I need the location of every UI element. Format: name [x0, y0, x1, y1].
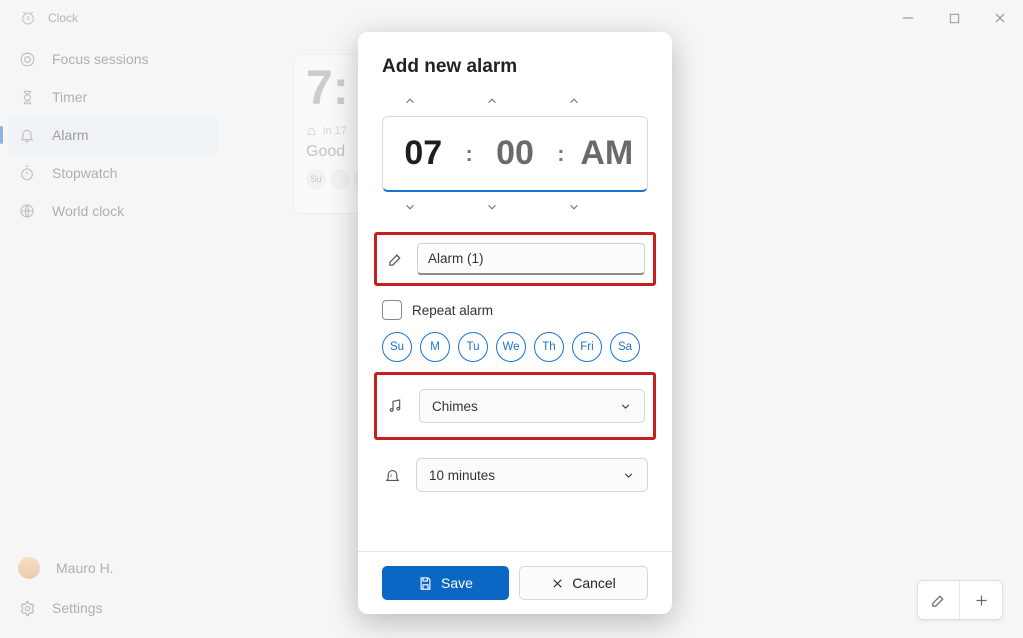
fab-bar	[917, 580, 1003, 620]
save-icon	[418, 576, 433, 591]
time-picker[interactable]: 07 : 00 : AM	[382, 116, 648, 192]
day-toggle-we[interactable]: We	[496, 332, 526, 362]
add-alarm-dialog: Add new alarm 07 : 00 : AM	[358, 32, 672, 614]
svg-text:z: z	[389, 473, 392, 478]
sound-select[interactable]: Chimes	[419, 389, 645, 423]
repeat-days: Su M Tu We Th Fri Sa	[382, 332, 648, 362]
time-hour[interactable]: 07	[383, 134, 463, 173]
cancel-button[interactable]: Cancel	[519, 566, 648, 600]
add-alarm-button[interactable]	[960, 581, 1002, 619]
time-ampm[interactable]: AM	[567, 134, 647, 173]
day-toggle-sa[interactable]: Sa	[610, 332, 640, 362]
save-button[interactable]: Save	[382, 566, 509, 600]
day-toggle-th[interactable]: Th	[534, 332, 564, 362]
day-toggle-fr[interactable]: Fri	[572, 332, 602, 362]
minute-down-button[interactable]	[485, 196, 545, 218]
edit-alarms-button[interactable]	[918, 581, 960, 619]
chevron-down-icon	[622, 469, 635, 482]
time-picker-down-row	[382, 192, 648, 222]
repeat-checkbox[interactable]	[382, 300, 402, 320]
alarm-name-value: Alarm (1)	[428, 251, 484, 266]
time-minute[interactable]: 00	[475, 134, 555, 173]
snooze-select[interactable]: 10 minutes	[416, 458, 648, 492]
chevron-down-icon	[619, 400, 632, 413]
time-sep: :	[463, 141, 474, 167]
music-note-icon	[385, 398, 405, 414]
dialog-title: Add new alarm	[382, 56, 648, 78]
ampm-up-button[interactable]	[567, 90, 627, 112]
alarm-name-input[interactable]: Alarm (1)	[417, 243, 645, 275]
edit-icon	[385, 251, 405, 268]
repeat-section: Repeat alarm Su M Tu We Th Fri Sa	[382, 300, 648, 362]
snooze-value: 10 minutes	[429, 468, 495, 483]
day-toggle-tu[interactable]: Tu	[458, 332, 488, 362]
ampm-down-button[interactable]	[567, 196, 627, 218]
annotation-highlight-name: Alarm (1)	[374, 232, 656, 286]
save-label: Save	[441, 575, 473, 591]
annotation-highlight-sound: Chimes	[374, 372, 656, 440]
repeat-label: Repeat alarm	[412, 303, 493, 318]
hour-down-button[interactable]	[403, 196, 463, 218]
day-toggle-su[interactable]: Su	[382, 332, 412, 362]
dialog-actions: Save Cancel	[358, 551, 672, 600]
cancel-label: Cancel	[572, 575, 616, 591]
time-picker-up-row	[382, 86, 648, 116]
minute-up-button[interactable]	[485, 90, 545, 112]
hour-up-button[interactable]	[403, 90, 463, 112]
snooze-icon: z	[382, 467, 402, 484]
day-toggle-m[interactable]: M	[420, 332, 450, 362]
sound-value: Chimes	[432, 399, 478, 414]
time-sep: :	[555, 141, 566, 167]
close-icon	[551, 577, 564, 590]
